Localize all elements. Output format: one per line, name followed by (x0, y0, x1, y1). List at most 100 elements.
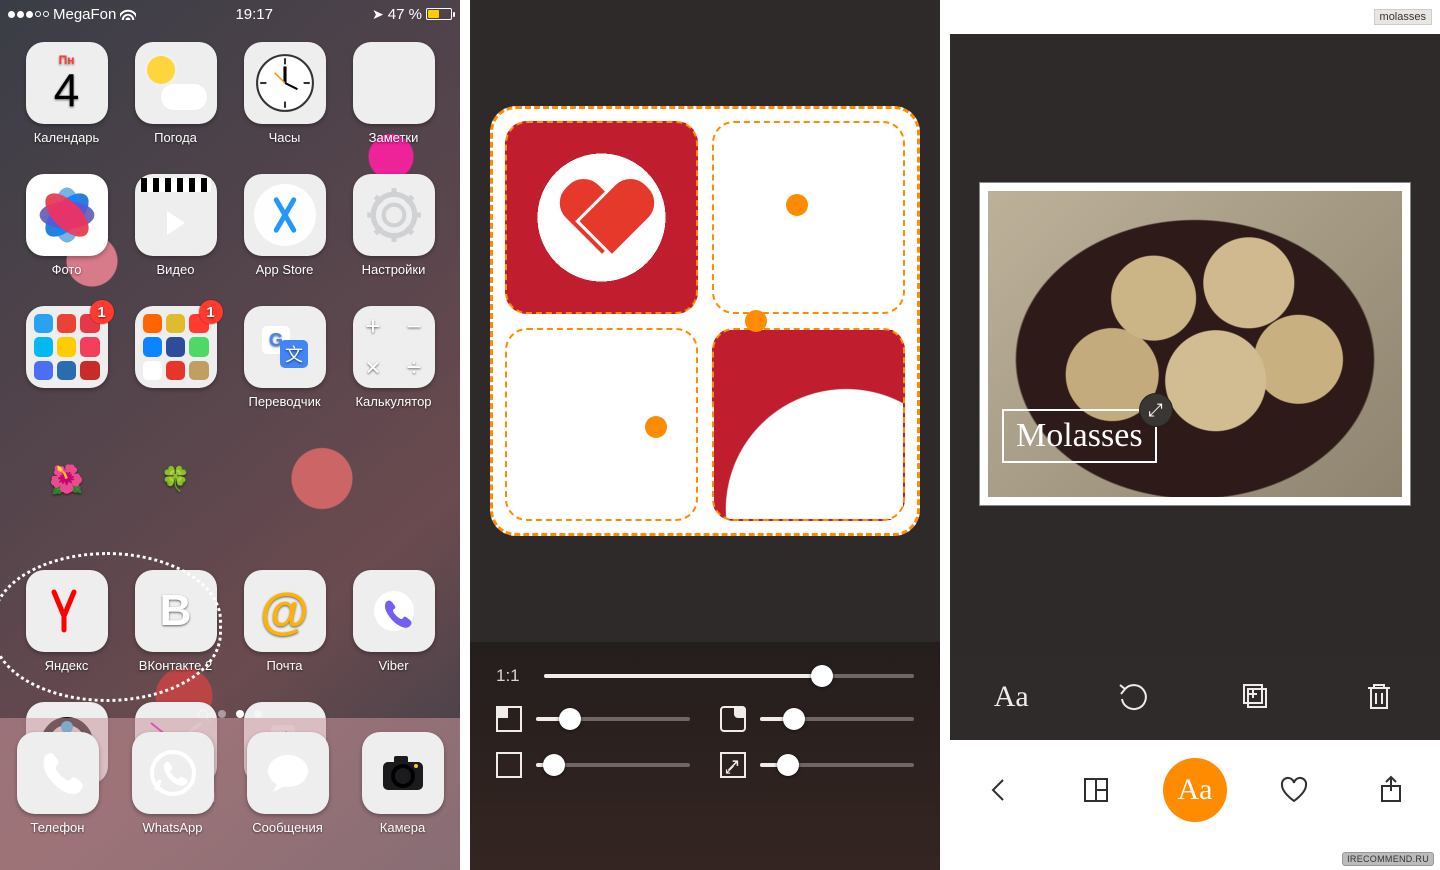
app-calculator[interactable]: +−×÷ Калькулятор (339, 306, 448, 438)
app-label: Почта (266, 658, 302, 673)
expand-icon (720, 752, 746, 778)
app-label: Камера (380, 820, 425, 835)
collage-handle[interactable] (645, 416, 667, 438)
app-viber[interactable]: Viber (339, 570, 448, 702)
app-video[interactable]: Видео (121, 174, 230, 306)
delete-button[interactable] (1349, 667, 1409, 727)
camera-icon (362, 732, 444, 814)
app-calendar[interactable]: Пн4Календарь (12, 42, 121, 174)
badge: 1 (90, 300, 114, 324)
app-label: Настройки (362, 262, 426, 277)
collage-handle[interactable] (745, 310, 767, 332)
layout-button[interactable] (1066, 760, 1126, 820)
radius-icon (720, 706, 746, 732)
app-label: Калькулятор (355, 394, 431, 409)
text-sticker[interactable]: Molasses ⤢ (1002, 409, 1157, 463)
photo-canvas-area: Molasses ⤢ (950, 34, 1440, 654)
whatsapp-icon (132, 732, 214, 814)
appstore-icon (244, 174, 326, 256)
vk-icon: B (135, 570, 217, 652)
text-editor-panel: molasses Molasses ⤢ Aa Aa IRECOMMEND.RU (950, 0, 1440, 870)
scale-slider[interactable] (760, 763, 914, 767)
app-folder-1[interactable]: 1 (12, 306, 121, 438)
app-clock[interactable]: Часы (230, 42, 339, 174)
corner-icon (496, 706, 522, 732)
favorite-button[interactable] (1264, 760, 1324, 820)
wifi-icon (120, 8, 136, 20)
app-label: Яндекс (45, 658, 89, 673)
folder-icon: 1 (26, 306, 108, 388)
ios-home-panel: MegaFon 19:17 ➤ 47 % Пн4Календарь Погода… (0, 0, 460, 870)
collage-cell-3[interactable] (505, 328, 698, 521)
divider (940, 0, 950, 870)
dock-whatsapp[interactable]: WhatsApp (115, 732, 230, 870)
app-mail[interactable]: @Почта (230, 570, 339, 702)
svg-text:文: 文 (285, 345, 303, 365)
calculator-icon: +−×÷ (353, 306, 435, 388)
translate-icon: G文 (244, 306, 326, 388)
folder-icon: 1 (135, 306, 217, 388)
clock-label: 19:17 (235, 6, 273, 23)
app-label: Часы (269, 130, 301, 145)
app-notes[interactable]: Заметки (339, 42, 448, 174)
ratio-row: 1:1 (496, 666, 914, 686)
battery-pct: 47 % (388, 6, 422, 23)
text-tool-bar: Aa (950, 654, 1440, 740)
app-label: Сообщения (252, 820, 323, 835)
viber-icon (353, 570, 435, 652)
collage-cell-2[interactable] (712, 121, 905, 314)
app-label: Заметки (369, 130, 419, 145)
signal-dots-icon (8, 11, 49, 18)
watermark-label: molasses (1374, 9, 1432, 25)
scale-control (720, 752, 914, 778)
border-icon (496, 752, 522, 778)
messages-icon (247, 732, 329, 814)
collage-canvas[interactable] (490, 106, 920, 536)
app-deco-1[interactable]: 🌺 (12, 438, 121, 570)
border-slider[interactable] (536, 763, 690, 767)
photo-content: Molasses ⤢ (988, 191, 1402, 497)
app-settings[interactable]: Настройки (339, 174, 448, 306)
app-weather[interactable]: Погода (121, 42, 230, 174)
collage-cell-4[interactable] (712, 328, 905, 521)
app-folder-2[interactable]: 1 (121, 306, 230, 438)
corner-slider[interactable] (536, 717, 690, 721)
app-vk[interactable]: B ВКонтакте 2 (121, 570, 230, 702)
ratio-slider[interactable] (544, 674, 914, 678)
app-label: Телефон (31, 820, 85, 835)
clover-icon: 🍀 (135, 438, 217, 520)
share-button[interactable] (1361, 760, 1421, 820)
dock-phone[interactable]: Телефон (0, 732, 115, 870)
resize-handle-icon[interactable]: ⤢ (1139, 393, 1173, 427)
app-label: Календарь (34, 130, 100, 145)
bottom-nav-bar: Aa (950, 740, 1440, 840)
app-label: Видео (157, 262, 195, 277)
rotate-button[interactable] (1104, 667, 1164, 727)
font-label: Aa (994, 680, 1029, 714)
dock-messages[interactable]: Сообщения (230, 732, 345, 870)
font-button[interactable]: Aa (981, 667, 1041, 727)
site-watermark: IRECOMMEND.RU (1342, 852, 1434, 866)
app-photos[interactable]: Фото (12, 174, 121, 306)
status-bar: MegaFon 19:17 ➤ 47 % (0, 0, 460, 28)
p3-top-strip: molasses (950, 0, 1440, 34)
app-label: Viber (378, 658, 408, 673)
dock-camera[interactable]: Камера (345, 732, 460, 870)
photo-frame[interactable]: Molasses ⤢ (980, 183, 1410, 505)
text-tab-active[interactable]: Aa (1163, 758, 1227, 822)
weather-icon (135, 42, 217, 124)
app-label: ВКонтакте 2 (139, 658, 212, 673)
back-button[interactable] (969, 760, 1029, 820)
ratio-label: 1:1 (496, 666, 528, 686)
app-translator[interactable]: G文Переводчик (230, 306, 339, 438)
collage-handle[interactable] (786, 194, 808, 216)
duplicate-button[interactable] (1226, 667, 1286, 727)
collage-canvas-area (470, 0, 940, 642)
collage-cell-1[interactable] (505, 121, 698, 314)
app-yandex[interactable]: Яндекс (12, 570, 121, 702)
app-appstore[interactable]: App Store (230, 174, 339, 306)
notes-icon (353, 42, 435, 124)
app-deco-2[interactable]: 🍀 (121, 438, 230, 570)
radius-slider[interactable] (760, 717, 914, 721)
app-label: WhatsApp (143, 820, 203, 835)
